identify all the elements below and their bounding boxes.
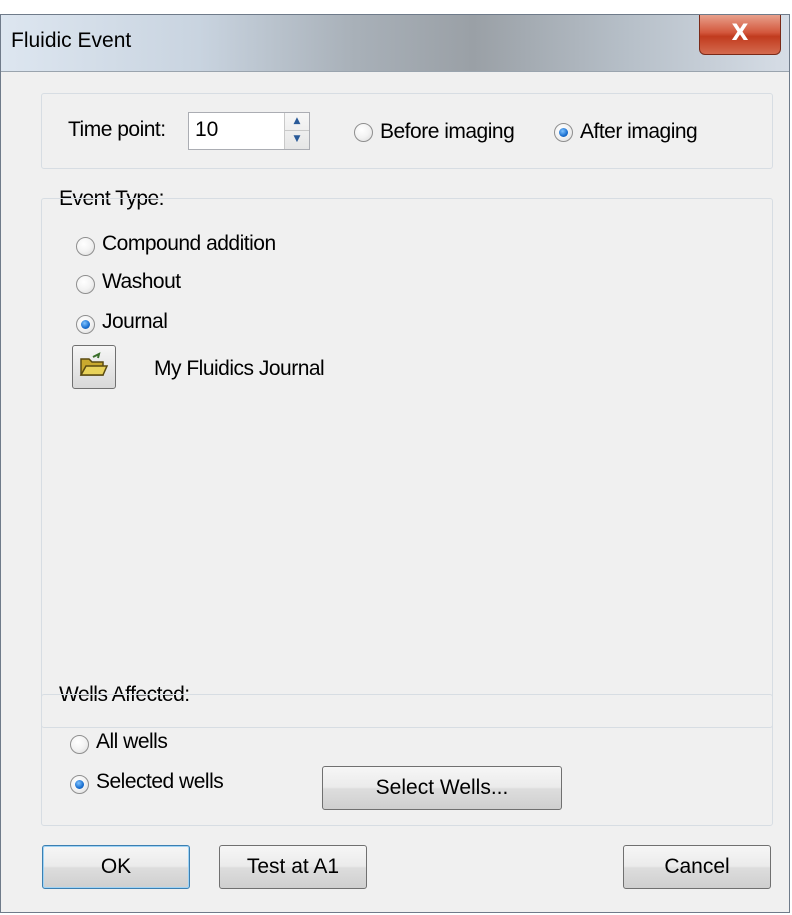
spin-buttons: ▲ ▼ xyxy=(284,113,309,149)
title-bar[interactable]: Fluidic Event X xyxy=(1,15,789,72)
ok-button[interactable]: OK xyxy=(42,845,190,889)
all-wells-label: All wells xyxy=(96,730,168,753)
compound-addition-label: Compound addition xyxy=(102,232,276,255)
test-at-a1-button[interactable]: Test at A1 xyxy=(219,845,367,889)
window-title: Fluidic Event xyxy=(11,29,132,52)
time-point-label: Time point: xyxy=(68,118,166,141)
after-imaging-label: After imaging xyxy=(580,120,698,143)
test-at-a1-label: Test at A1 xyxy=(246,855,340,878)
compound-addition-radio[interactable] xyxy=(76,237,95,256)
select-wells-button[interactable]: Select Wells... xyxy=(322,766,562,810)
time-point-stepper[interactable]: 10 ▲ ▼ xyxy=(188,112,310,150)
selected-wells-label: Selected wells xyxy=(96,770,224,793)
open-journal-button[interactable] xyxy=(72,345,116,389)
open-folder-icon xyxy=(79,352,109,376)
time-point-group: Time point: 10 ▲ ▼ Before imaging After … xyxy=(41,93,773,169)
wells-affected-group: All wells Selected wells Select Wells... xyxy=(41,694,773,826)
after-imaging-radio[interactable] xyxy=(554,123,573,142)
before-imaging-radio[interactable] xyxy=(354,123,373,142)
all-wells-radio[interactable] xyxy=(70,735,89,754)
ok-label: OK xyxy=(100,855,132,878)
fluidic-event-dialog: Fluidic Event X Time point: 10 ▲ ▼ Befor… xyxy=(0,14,790,913)
journal-name: My Fluidics Journal xyxy=(154,357,325,380)
select-wells-label: Select Wells... xyxy=(375,776,509,799)
journal-radio[interactable] xyxy=(76,315,95,334)
spin-up-icon[interactable]: ▲ xyxy=(285,113,309,131)
washout-radio[interactable] xyxy=(76,275,95,294)
close-icon: X xyxy=(731,21,749,46)
before-imaging-label: Before imaging xyxy=(380,120,515,143)
cancel-button[interactable]: Cancel xyxy=(623,845,771,889)
dialog-body: Time point: 10 ▲ ▼ Before imaging After … xyxy=(9,77,781,904)
washout-label: Washout xyxy=(102,270,181,293)
time-point-input[interactable]: 10 xyxy=(195,118,218,142)
cancel-label: Cancel xyxy=(664,855,730,878)
close-button[interactable]: X xyxy=(699,15,781,55)
selected-wells-radio[interactable] xyxy=(70,775,89,794)
event-type-group: Compound addition Washout Journal My Flu… xyxy=(41,198,773,728)
journal-label: Journal xyxy=(102,310,168,333)
spin-down-icon[interactable]: ▼ xyxy=(285,131,309,149)
